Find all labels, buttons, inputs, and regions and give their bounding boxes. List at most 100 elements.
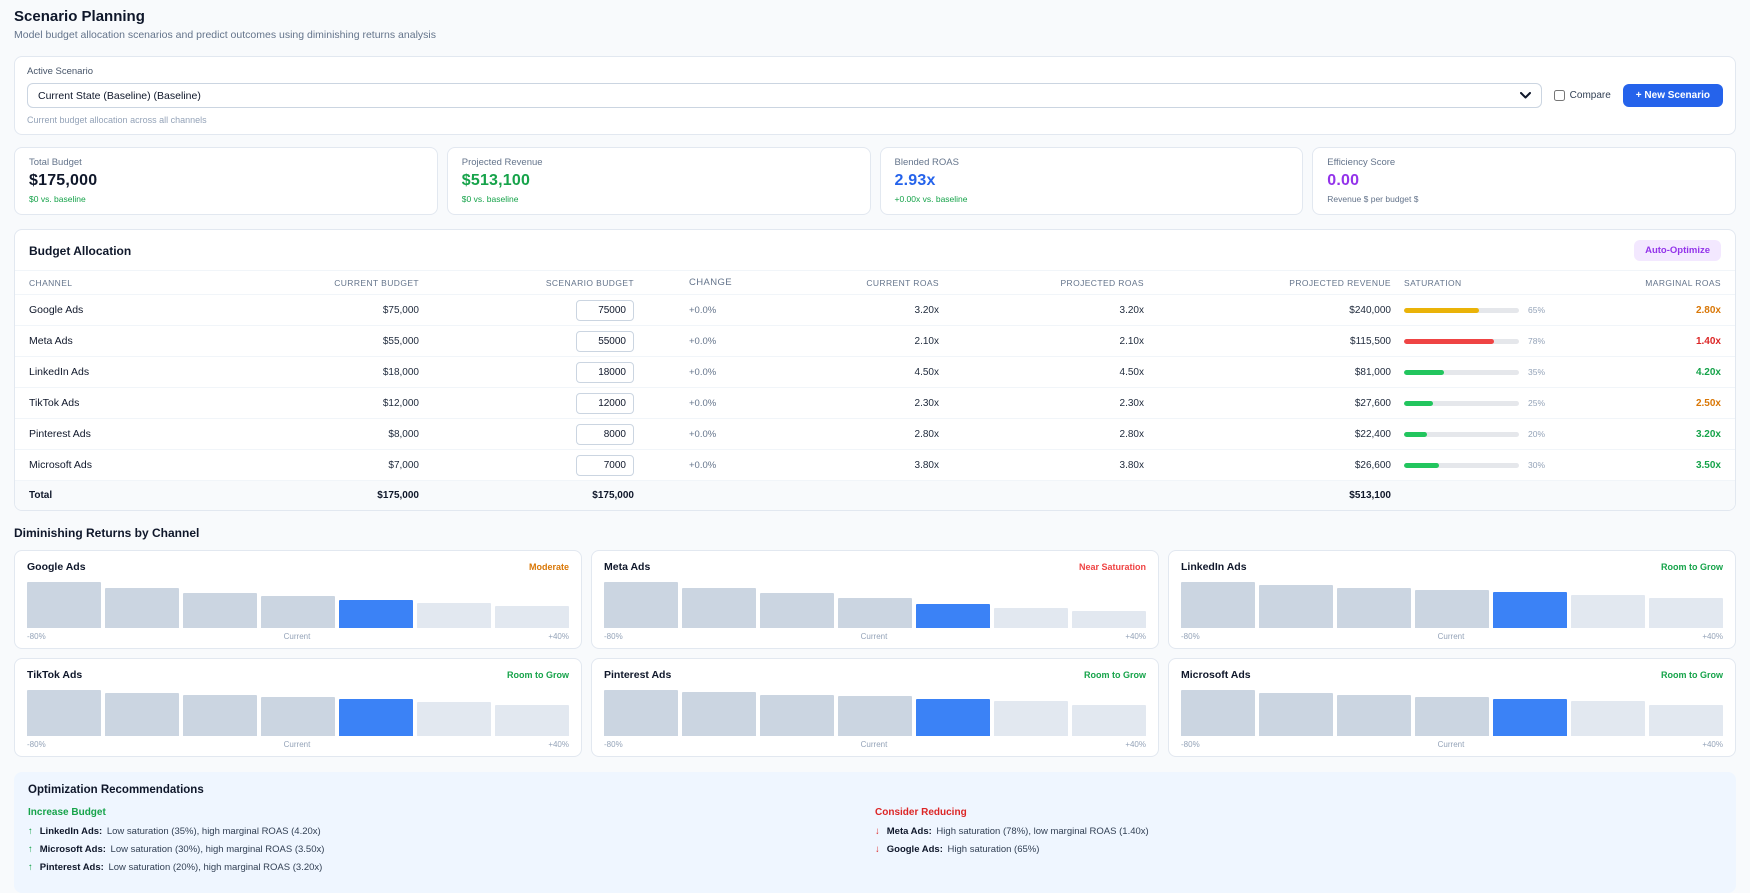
scenario-description: Current budget allocation across all cha… [27,115,207,125]
axis-label-center: Current [283,740,311,749]
scenario-budget-input[interactable] [576,299,634,321]
current-budget-bar [916,604,990,628]
current-budget-bar [339,699,413,736]
total-projected-revenue: $513,100 [1349,490,1391,501]
table-header-row: CHANNEL CURRENT BUDGET SCENARIO BUDGET CHAN… [15,270,1735,294]
budget-level-bar [760,695,834,736]
budget-level-bar [417,603,491,628]
current-budget-bar [1493,592,1567,628]
column-header: CHANNEL [29,277,73,288]
chart-axis-labels: -80% Current +40% [1181,632,1723,641]
saturation-percent: 78% [1528,336,1546,346]
budget-level-bar [994,701,1068,736]
axis-label-left: -80% [604,632,623,641]
current-budget-value: $55,000 [382,335,419,347]
projected-revenue-value: $240,000 [1349,304,1391,316]
kpi-label: Total Budget [29,157,82,168]
channel-chart-card: LinkedIn Ads Room to Grow -80% Current +40% [1168,550,1736,649]
budget-level-bar [604,582,678,628]
compare-label: Compare [1569,90,1611,101]
saturation-cell: 30% [1391,460,1606,470]
chart-channel-name: LinkedIn Ads [1181,561,1247,573]
scenario-budget-input[interactable] [576,330,634,352]
channel-name: Pinterest Ads [29,428,91,440]
channel-chart-card: Pinterest Ads Room to Grow -80% Current +40% [591,658,1159,757]
diminishing-returns-grid: Google Ads Moderate -80% Current +40% Meta Ad… [14,550,1736,757]
kpi-label: Projected Revenue [461,157,543,168]
scenario-budget-input[interactable] [576,361,634,383]
scenario-budget-input[interactable] [576,392,634,414]
saturation-bar-track [1404,462,1519,468]
arrow-down-icon: ↓ [875,844,880,855]
kpi-card: Projected Revenue $513,100 $0 vs. baseline [446,147,871,215]
table-row: LinkedIn Ads $18,000 +0.0% 4.50x 4.50x $81,00… [15,356,1735,387]
total-label: Total [29,490,53,501]
table-row: Microsoft Ads $7,000 +0.0% 3.80x 3.80x $26,60… [15,449,1735,480]
arrow-up-icon: ↑ [28,826,33,837]
projected-revenue-value: $27,600 [1354,397,1391,409]
compare-checkbox[interactable] [1553,90,1565,101]
budget-level-bar [682,588,756,628]
budget-level-bar [1415,590,1489,628]
chart-status-badge: Room to Grow [1084,670,1146,680]
projected-revenue-value: $81,000 [1354,366,1391,378]
table-row: Google Ads $75,000 +0.0% 3.20x 3.20x $240,000… [15,294,1735,325]
budget-level-bar [1072,611,1146,628]
channel-chart-card: Microsoft Ads Room to Grow -80% Current +40% [1168,658,1736,757]
budget-level-bar [1181,690,1255,736]
chart-axis-labels: -80% Current +40% [27,632,569,641]
current-budget-bar [916,699,990,736]
chart-channel-name: TikTok Ads [27,669,83,681]
channel-name: Microsoft Ads [29,459,93,471]
kpi-label: Efficiency Score [1327,157,1396,168]
current-roas-value: 2.80x [914,428,939,440]
compare-toggle[interactable]: Compare [1553,90,1611,101]
scenario-budget-input[interactable] [576,423,634,445]
recommendation-text: Pinterest Ads: Low saturation (20%), hig… [39,862,323,873]
saturation-bar-track [1404,400,1519,406]
budget-level-bar [1649,598,1723,628]
projected-roas-value: 2.80x [1119,428,1144,440]
page-subtitle: Model budget allocation scenarios and pr… [14,29,436,41]
chart-axis-labels: -80% Current +40% [27,740,569,749]
budget-level-bar [105,693,179,736]
projected-roas-value: 3.20x [1119,304,1144,316]
marginal-roas-value: 2.50x [1695,397,1721,409]
marginal-roas-value: 2.80x [1695,304,1721,316]
channel-chart-card: TikTok Ads Room to Grow -80% Current +40% [14,658,582,757]
new-scenario-button[interactable]: + New Scenario [1622,84,1723,107]
saturation-bar-track [1404,431,1519,437]
column-header: SCENARIO BUDGET [545,277,634,288]
budget-level-bar [838,696,912,736]
auto-optimize-button[interactable]: Auto-Optimize [1634,240,1721,261]
scenario-budget-input[interactable] [576,454,634,476]
budget-level-bar [261,697,335,736]
kpi-subtext: $0 vs. baseline [461,194,519,204]
saturation-bar-track [1404,338,1519,344]
budget-level-bar [1072,705,1146,736]
axis-label-left: -80% [27,632,46,641]
column-header: PROJECTED REVENUE [1289,277,1391,288]
budget-level-bar [1415,697,1489,736]
budget-level-bar [183,593,257,628]
current-budget-bar [339,600,413,628]
projected-revenue-value: $22,400 [1354,428,1391,440]
budget-level-bar [1571,701,1645,736]
saturation-percent: 25% [1528,398,1546,408]
change-value: +0.0% [689,304,717,316]
increase-budget-column: Increase Budget ↑ LinkedIn Ads: Low satura… [28,807,875,880]
saturation-percent: 30% [1528,460,1546,470]
chevron-down-icon [1519,92,1531,99]
budget-level-bar [261,596,335,628]
table-row: Pinterest Ads $8,000 +0.0% 2.80x 2.80x $22,40… [15,418,1735,449]
response-curve-chart [27,582,569,628]
axis-label-left: -80% [27,740,46,749]
budget-level-bar [27,690,101,736]
scenario-select[interactable]: Current State (Baseline) (Baseline) [27,83,1542,108]
recommendations-title: Optimization Recommendations [28,784,204,796]
optimization-recommendations-panel: Optimization Recommendations Increase Bu… [14,772,1736,893]
projected-revenue-value: $26,600 [1354,459,1391,471]
recommendation-text: Microsoft Ads: Low saturation (30%), hig… [39,844,325,855]
budget-level-bar [1571,595,1645,628]
axis-label-right: +40% [548,632,569,641]
